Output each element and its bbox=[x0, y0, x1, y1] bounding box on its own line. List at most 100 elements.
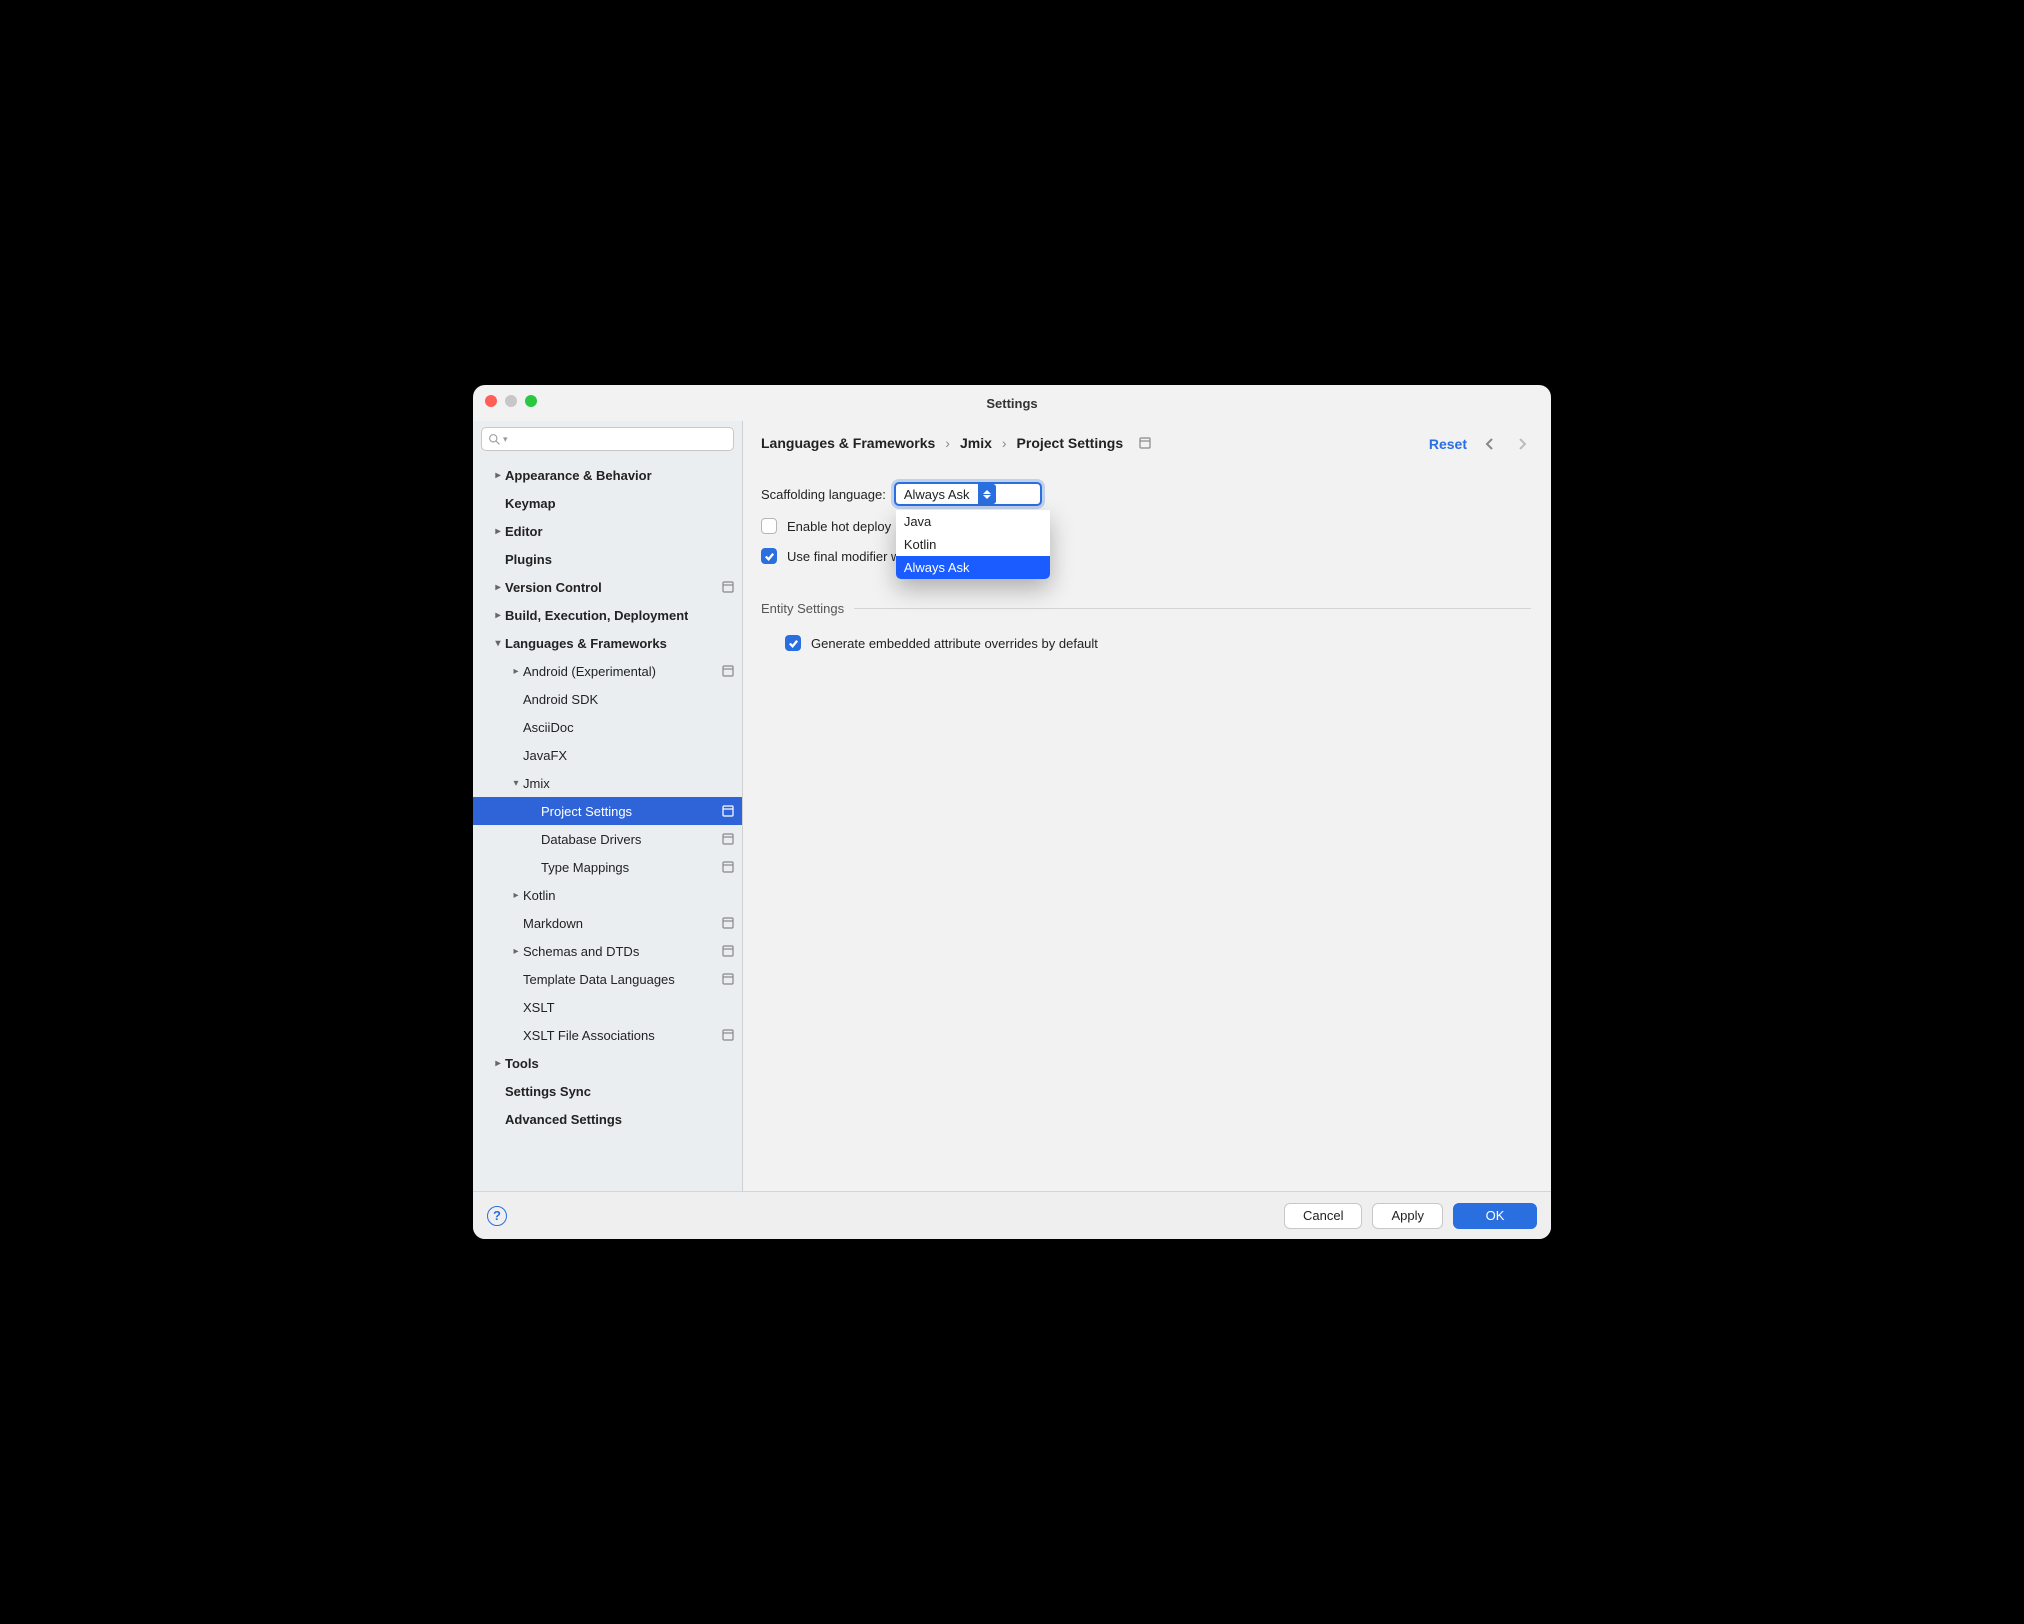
ok-button[interactable]: OK bbox=[1453, 1203, 1537, 1229]
project-scope-icon bbox=[722, 581, 734, 593]
sidebar-item-label: AsciiDoc bbox=[523, 720, 574, 735]
sidebar-item-label: JavaFX bbox=[523, 748, 567, 763]
titlebar: Settings bbox=[473, 385, 1551, 421]
chevron-down-icon: ▾ bbox=[491, 638, 505, 649]
chevron-down-icon: ▾ bbox=[503, 434, 508, 445]
use-final-modifier-label: Use final modifier w bbox=[787, 549, 900, 564]
apply-button[interactable]: Apply bbox=[1372, 1203, 1443, 1229]
sidebar-item-label: Database Drivers bbox=[541, 832, 641, 847]
project-scope-icon bbox=[722, 973, 734, 985]
sidebar-item-label: Tools bbox=[505, 1056, 539, 1071]
sidebar-item-label: Kotlin bbox=[523, 888, 556, 903]
sidebar-item[interactable]: Android SDK bbox=[473, 685, 742, 713]
chevron-right-icon: ▸ bbox=[509, 666, 523, 677]
scaffolding-language-select[interactable]: Always Ask JavaKotlinAlways Ask bbox=[894, 482, 1042, 506]
project-scope-icon bbox=[722, 861, 734, 873]
settings-tree[interactable]: ▸Appearance & BehaviorKeymap▸EditorPlugi… bbox=[473, 457, 742, 1191]
sidebar-item[interactable]: ▸Editor bbox=[473, 517, 742, 545]
project-scope-icon bbox=[722, 917, 734, 929]
chevron-right-icon: ▸ bbox=[491, 582, 505, 593]
project-scope-icon bbox=[1139, 437, 1151, 449]
chevron-right-icon: ▸ bbox=[491, 470, 505, 481]
project-scope-icon bbox=[722, 833, 734, 845]
cancel-button[interactable]: Cancel bbox=[1284, 1203, 1362, 1229]
project-scope-icon bbox=[722, 1029, 734, 1041]
sidebar-item[interactable]: Markdown bbox=[473, 909, 742, 937]
sidebar-item[interactable]: ▾Languages & Frameworks bbox=[473, 629, 742, 657]
sidebar-item[interactable]: Plugins bbox=[473, 545, 742, 573]
window-title: Settings bbox=[986, 396, 1037, 411]
divider bbox=[854, 608, 1531, 609]
sidebar-item-label: XSLT File Associations bbox=[523, 1028, 655, 1043]
chevron-right-icon: › bbox=[945, 435, 950, 451]
sidebar-item[interactable]: ▸Version Control bbox=[473, 573, 742, 601]
sidebar-item-label: Jmix bbox=[523, 776, 550, 791]
reset-link[interactable]: Reset bbox=[1429, 436, 1467, 452]
enable-hot-deploy-checkbox[interactable] bbox=[761, 518, 777, 534]
project-scope-icon bbox=[722, 665, 734, 677]
forward-button[interactable] bbox=[1513, 435, 1531, 453]
sidebar-item[interactable]: Template Data Languages bbox=[473, 965, 742, 993]
select-value: Always Ask bbox=[896, 487, 978, 502]
select-stepper-icon bbox=[978, 484, 996, 504]
sidebar-item[interactable]: Advanced Settings bbox=[473, 1105, 742, 1133]
sidebar-item-label: Version Control bbox=[505, 580, 602, 595]
chevron-right-icon: › bbox=[1002, 435, 1007, 451]
sidebar-item[interactable]: ▸Schemas and DTDs bbox=[473, 937, 742, 965]
project-scope-icon bbox=[722, 805, 734, 817]
chevron-right-icon: ▸ bbox=[491, 610, 505, 621]
dropdown-option[interactable]: Java bbox=[896, 510, 1050, 533]
chevron-right-icon: ▸ bbox=[509, 946, 523, 957]
use-final-modifier-checkbox[interactable] bbox=[761, 548, 777, 564]
entity-settings-heading: Entity Settings bbox=[761, 601, 844, 616]
sidebar-item-label: Project Settings bbox=[541, 804, 632, 819]
sidebar-item[interactable]: Database Drivers bbox=[473, 825, 742, 853]
sidebar-item-label: Build, Execution, Deployment bbox=[505, 608, 688, 623]
dropdown-option[interactable]: Kotlin bbox=[896, 533, 1050, 556]
window-controls bbox=[485, 395, 537, 407]
sidebar-item[interactable]: Settings Sync bbox=[473, 1077, 742, 1105]
sidebar-item[interactable]: ▾Jmix bbox=[473, 769, 742, 797]
sidebar-item[interactable]: Type Mappings bbox=[473, 853, 742, 881]
sidebar-item[interactable]: Keymap bbox=[473, 489, 742, 517]
project-scope-icon bbox=[722, 945, 734, 957]
sidebar-item-label: Editor bbox=[505, 524, 543, 539]
sidebar-item[interactable]: ▸Android (Experimental) bbox=[473, 657, 742, 685]
minimize-window-button[interactable] bbox=[505, 395, 517, 407]
dialog-footer: ? Cancel Apply OK bbox=[473, 1191, 1551, 1239]
sidebar-item[interactable]: ▸Kotlin bbox=[473, 881, 742, 909]
sidebar-item[interactable]: Project Settings bbox=[473, 797, 742, 825]
search-input[interactable]: ▾ bbox=[481, 427, 734, 451]
sidebar-item-label: XSLT bbox=[523, 1000, 555, 1015]
close-window-button[interactable] bbox=[485, 395, 497, 407]
generate-overrides-checkbox[interactable] bbox=[785, 635, 801, 651]
dropdown-option[interactable]: Always Ask bbox=[896, 556, 1050, 579]
sidebar-item-label: Android SDK bbox=[523, 692, 598, 707]
sidebar-item-label: Android (Experimental) bbox=[523, 664, 656, 679]
chevron-down-icon: ▾ bbox=[509, 778, 523, 789]
enable-hot-deploy-label: Enable hot deploy bbox=[787, 519, 891, 534]
breadcrumb-segment[interactable]: Jmix bbox=[960, 435, 992, 451]
zoom-window-button[interactable] bbox=[525, 395, 537, 407]
sidebar-item-label: Appearance & Behavior bbox=[505, 468, 652, 483]
chevron-right-icon: ▸ bbox=[491, 526, 505, 537]
back-button[interactable] bbox=[1481, 435, 1499, 453]
sidebar-item[interactable]: AsciiDoc bbox=[473, 713, 742, 741]
generate-overrides-label: Generate embedded attribute overrides by… bbox=[811, 636, 1098, 651]
sidebar-item[interactable]: ▸Appearance & Behavior bbox=[473, 461, 742, 489]
sidebar-item[interactable]: ▸Tools bbox=[473, 1049, 742, 1077]
sidebar-item[interactable]: XSLT File Associations bbox=[473, 1021, 742, 1049]
breadcrumb-segment: Project Settings bbox=[1017, 435, 1124, 451]
sidebar-item[interactable]: XSLT bbox=[473, 993, 742, 1021]
sidebar-item-label: Settings Sync bbox=[505, 1084, 591, 1099]
help-button[interactable]: ? bbox=[487, 1206, 507, 1226]
settings-content: Languages & Frameworks › Jmix › Project … bbox=[743, 421, 1551, 1191]
scaffolding-language-label: Scaffolding language: bbox=[761, 487, 886, 502]
sidebar-item-label: Advanced Settings bbox=[505, 1112, 622, 1127]
breadcrumb-segment[interactable]: Languages & Frameworks bbox=[761, 435, 935, 451]
sidebar-item[interactable]: ▸Build, Execution, Deployment bbox=[473, 601, 742, 629]
chevron-right-icon: ▸ bbox=[491, 1058, 505, 1069]
sidebar-item[interactable]: JavaFX bbox=[473, 741, 742, 769]
sidebar-item-label: Template Data Languages bbox=[523, 972, 675, 987]
scaffolding-language-dropdown[interactable]: JavaKotlinAlways Ask bbox=[896, 510, 1050, 579]
